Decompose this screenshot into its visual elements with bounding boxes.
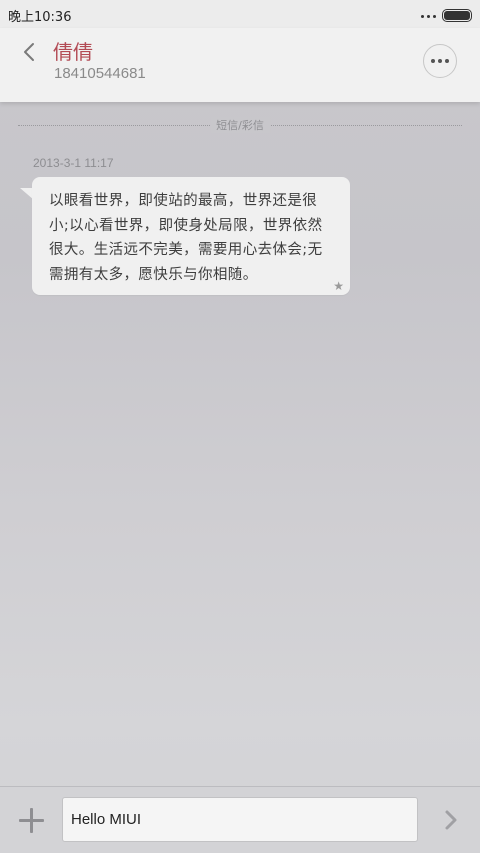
battery-icon: [442, 9, 472, 22]
back-icon[interactable]: [20, 42, 40, 62]
message-timestamp: 2013-3-1 11:17: [33, 156, 114, 170]
send-icon[interactable]: [444, 809, 458, 831]
star-icon: ★: [333, 279, 344, 293]
status-time: 晚上10:36: [8, 10, 72, 25]
battery-level: [444, 11, 470, 20]
status-bar: 晚上10:36: [0, 0, 480, 28]
more-dots-icon: [431, 59, 435, 63]
more-options-button[interactable]: [423, 44, 457, 78]
conversation-header: 倩倩 18410544681: [0, 28, 480, 102]
message-type-divider: 短信/彩信: [18, 117, 462, 133]
contact-name[interactable]: 倩倩: [53, 36, 93, 65]
message-bubble[interactable]: 以眼看世界，即使站的最高，世界还是很小;以心看世界，即使身处局限，世界依然很大。…: [32, 177, 350, 295]
add-attachment-button[interactable]: [19, 808, 44, 833]
signal-dots-icon: [421, 15, 436, 18]
message-input[interactable]: [62, 797, 418, 842]
message-text: 以眼看世界，即使站的最高，世界还是很小;以心看世界，即使身处局限，世界依然很大。…: [49, 193, 323, 283]
message-type-label: 短信/彩信: [210, 117, 270, 133]
composer-bar: [0, 786, 480, 853]
contact-number[interactable]: 18410544681: [54, 65, 146, 82]
